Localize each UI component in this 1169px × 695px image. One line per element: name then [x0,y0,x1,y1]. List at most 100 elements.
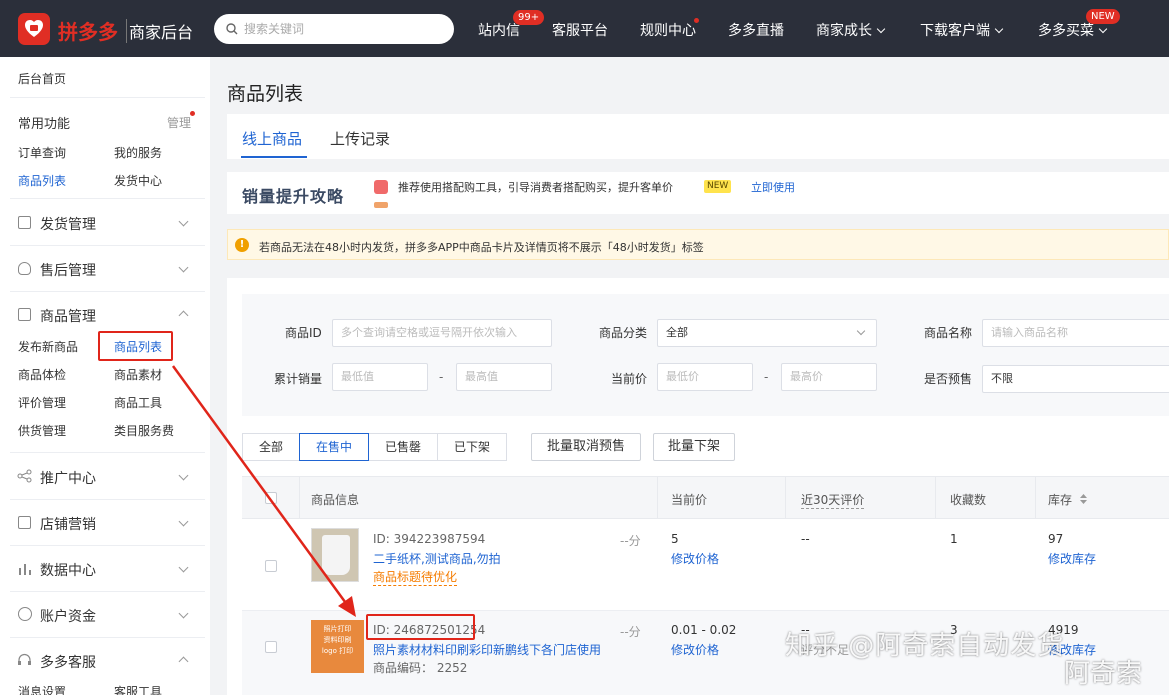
group-goods[interactable]: 商品管理 [40,306,96,326]
watermark: 知乎 @阿奇索自动发货 [785,631,1065,661]
brand-name[interactable]: 拼多多 [58,16,118,45]
group-funds[interactable]: 账户资金 [40,606,96,626]
promo-text: 推荐使用搭配购工具，引导消费者搭配购买，提升客单价 [398,181,673,194]
row1-goods-name[interactable]: 二手纸杯,测试商品,勿拍 [373,550,501,567]
group-shipping[interactable]: 发货管理 [40,214,96,234]
sidebar-item-supply[interactable]: 供货管理 [18,422,66,439]
sidebar-home[interactable]: 后台首页 [18,70,66,87]
search-box[interactable] [214,14,454,44]
row1-score: --分 [620,534,641,548]
row2-goods-code: 商品编码： 2252 [373,661,468,675]
group-kefu[interactable]: 多多客服 [40,652,96,672]
divider [10,245,205,246]
filter-panel [242,294,1169,416]
column-price: 当前价 [671,493,708,507]
group-after-sales[interactable]: 售后管理 [40,260,96,280]
row2-edit-price[interactable]: 修改价格 [671,641,719,658]
goods-id-input[interactable]: 多个查询请空格或逗号隔开依次输入 [332,319,552,347]
row2-goods-name[interactable]: 照片素材材料印刷彩印新鹏线下各门店使用 [373,641,601,658]
column-divider [785,476,786,519]
column-divider [657,476,658,519]
highlight-box [98,331,173,361]
thumb-text-line: logo 打印 [321,647,354,655]
select-all-checkbox[interactable] [265,492,277,504]
gift-icon [374,202,388,208]
nav-growth[interactable]: 商家成长 [816,20,886,40]
tab-online-goods[interactable]: 线上商品 [242,128,302,149]
price-max-input[interactable]: 最高价 [781,363,877,391]
divider [10,291,205,292]
sidebar-item-order-query[interactable]: 订单查询 [18,144,66,161]
goods-thumbnail-cup[interactable] [311,528,359,582]
row1-edit-stock[interactable]: 修改库存 [1048,550,1096,567]
grocery-new-badge: NEW [1086,9,1120,24]
promo-title: 销量提升攻略 [242,187,345,206]
sidebar-item-checkup[interactable]: 商品体检 [18,366,66,383]
sidebar-item-category-fee[interactable]: 类目服务费 [114,422,174,439]
nav-service[interactable]: 客服平台 [552,20,608,40]
row-checkbox[interactable] [265,641,277,653]
goods-name-input[interactable]: 请输入商品名称 [982,319,1169,347]
nav-download[interactable]: 下载客户端 [920,20,1004,40]
price-min-input[interactable]: 最低价 [657,363,753,391]
column-favorites: 收藏数 [950,493,987,507]
sidebar-item-kefu-tools[interactable]: 客服工具 [114,683,162,695]
brand-sub: 商家后台 [126,19,193,43]
sidebar-item-publish[interactable]: 发布新商品 [18,338,78,355]
manage-link[interactable]: 管理 [167,114,191,131]
category-select[interactable]: 全部 [657,319,877,347]
row1-title-tag[interactable]: 商品标题待优化 [373,568,458,586]
sidebar-item-my-services[interactable]: 我的服务 [114,144,162,161]
nav-live[interactable]: 多多直播 [728,20,784,40]
sidebar-item-reviews[interactable]: 评价管理 [18,394,66,411]
filter-name-label: 商品名称 [924,326,973,340]
gift-icon [374,180,388,194]
row1-stock: 97 [1048,532,1064,546]
sidebar-item-shipping-center[interactable]: 发货中心 [114,172,162,189]
rules-dot [694,18,699,23]
filter-sales-label: 累计销量 [274,372,323,386]
row1-edit-price[interactable]: 修改价格 [671,550,719,567]
goods-thumbnail-print[interactable]: 照片打印 资料印刷 logo 打印 [311,620,364,673]
group-marketing[interactable]: 店铺营销 [40,514,96,534]
status-tab-on-sale[interactable]: 在售中 [299,433,369,461]
column-reviews[interactable]: 近30天评价 [801,491,865,509]
filter-id-label: 商品ID [285,326,322,340]
search-input[interactable] [244,22,444,36]
range-dash: - [764,370,769,384]
group-promotion[interactable]: 推广中心 [40,468,96,488]
presale-select[interactable]: 不限 [982,365,1169,393]
divider [10,198,205,199]
column-stock[interactable]: 库存 [1048,491,1072,508]
tab-upload-records[interactable]: 上传记录 [330,128,390,149]
pdd-logo-icon[interactable] [18,13,50,45]
sidebar-item-goods-list-common[interactable]: 商品列表 [18,172,66,189]
sidebar-item-materials[interactable]: 商品素材 [114,366,162,383]
page-title: 商品列表 [227,83,304,105]
group-data[interactable]: 数据中心 [40,560,96,580]
notice-text: 若商品无法在48小时内发货，拼多多APP中商品卡片及详情页将不展示「48小时发货… [259,241,704,254]
status-tab-sold-out[interactable]: 已售罄 [368,433,438,461]
status-tab-off-shelf[interactable]: 已下架 [437,433,507,461]
status-tab-all[interactable]: 全部 [242,433,300,461]
sort-icon[interactable] [1080,494,1087,504]
row2-price: 0.01 - 0.02 [671,623,737,637]
sales-max-input[interactable]: 最高值 [456,363,552,391]
shop-icon [18,516,31,529]
yuan-icon [18,607,32,621]
sidebar-item-goods-tools[interactable]: 商品工具 [114,394,162,411]
row-checkbox[interactable] [265,560,277,572]
promo-use-now-link[interactable]: 立即使用 [751,179,795,195]
common-functions-heading: 常用功能 [18,117,71,132]
messages-badge: 99+ [513,10,545,25]
nav-rules[interactable]: 规则中心 [640,20,696,40]
column-divider [299,476,300,519]
batch-cancel-presale-button[interactable]: 批量取消预售 [531,433,641,461]
sidebar-item-msg-settings[interactable]: 消息设置 [18,683,66,695]
goods-icon [18,308,31,321]
sales-min-input[interactable]: 最低值 [332,363,428,391]
divider [10,452,205,453]
batch-off-shelf-button[interactable]: 批量下架 [653,433,735,461]
nav-messages[interactable]: 站内信 [478,20,520,40]
watermark-small: 阿奇索 [1064,659,1143,689]
